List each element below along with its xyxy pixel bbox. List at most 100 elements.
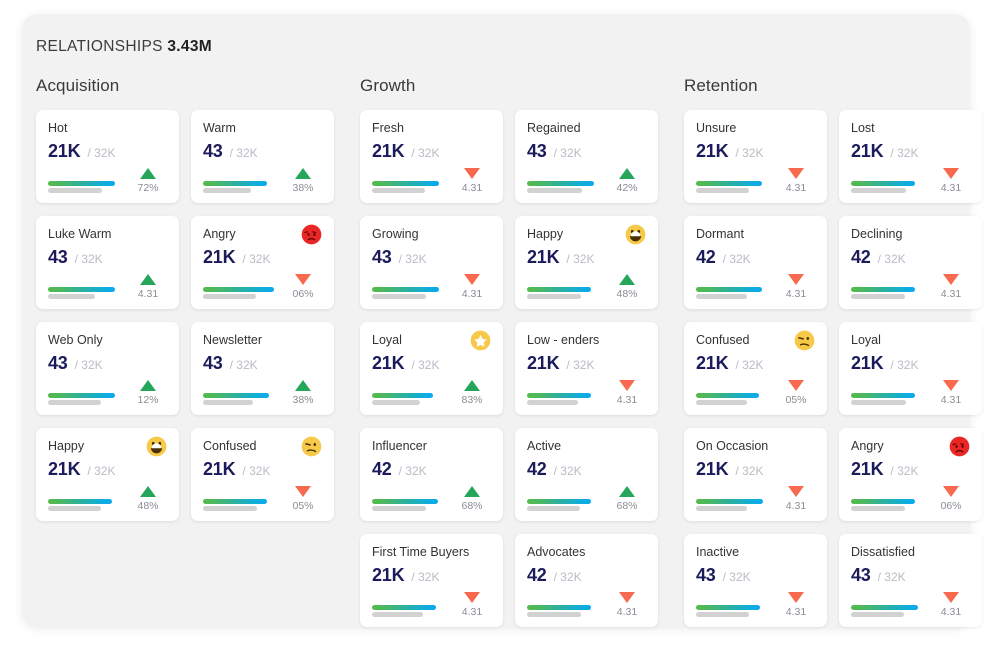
card-title: Angry: [851, 439, 884, 454]
metric-card[interactable]: Angry21K/ 32K06%: [839, 428, 982, 521]
card-value-row: 43/ 32K: [851, 565, 970, 586]
progress-bar-primary: [696, 393, 759, 398]
card-value: 43: [527, 141, 547, 162]
card-value: 43: [48, 247, 68, 268]
metric-card[interactable]: Inactive43/ 32K4.31: [684, 534, 827, 627]
progress-bar-secondary: [48, 506, 101, 511]
card-header: Advocates: [527, 545, 646, 562]
card-total: / 32K: [399, 464, 427, 478]
card-footer: 12%: [48, 380, 167, 406]
trend-value: 42%: [616, 183, 637, 194]
trend-value: 4.31: [138, 289, 158, 300]
metric-card[interactable]: Declining42/ 32K4.31: [839, 216, 982, 309]
card-header: Declining: [851, 227, 970, 244]
metric-card[interactable]: Happy21K/ 32K48%: [515, 216, 658, 309]
metric-card[interactable]: Lost21K/ 32K4.31: [839, 110, 982, 203]
card-value: 21K: [696, 459, 728, 480]
card-value-row: 21K/ 32K: [696, 141, 815, 162]
trend-indicator: 68%: [608, 486, 646, 512]
metric-card[interactable]: Hot21K/ 32K72%: [36, 110, 179, 203]
card-title: Happy: [527, 227, 563, 242]
metric-card[interactable]: Loyal21K/ 32K83%: [360, 322, 503, 415]
metric-card[interactable]: Dormant42/ 32K4.31: [684, 216, 827, 309]
card-value-row: 43/ 32K: [527, 141, 646, 162]
trend-down-icon: [788, 486, 804, 497]
trend-down-icon: [788, 380, 804, 391]
metric-card[interactable]: Advocates42/ 32K4.31: [515, 534, 658, 627]
card-value-row: 42/ 32K: [527, 565, 646, 586]
progress-bar-secondary: [851, 612, 904, 617]
metric-card[interactable]: Warm43/ 32K38%: [191, 110, 334, 203]
card-header: Confused: [696, 333, 815, 350]
metric-card[interactable]: On Occasion21K/ 32K4.31: [684, 428, 827, 521]
card-total: / 32K: [878, 252, 906, 266]
trend-down-icon: [464, 168, 480, 179]
card-title: Hot: [48, 121, 67, 136]
card-header: Confused: [203, 439, 322, 456]
trend-value: 05%: [785, 395, 806, 406]
metric-card[interactable]: Dissatisfied43/ 32K4.31: [839, 534, 982, 627]
trend-indicator: 68%: [453, 486, 491, 512]
trend-value: 4.31: [462, 183, 482, 194]
card-value: 21K: [527, 247, 559, 268]
progress-bar-secondary: [527, 400, 578, 405]
card-total: / 32K: [411, 358, 439, 372]
progress-bar-primary: [372, 287, 439, 292]
angry-face-icon: [301, 224, 322, 245]
card-footer: 06%: [203, 274, 322, 300]
metric-card[interactable]: Loyal21K/ 32K4.31: [839, 322, 982, 415]
card-footer: 4.31: [851, 380, 970, 406]
card-footer: 42%: [527, 168, 646, 194]
trend-down-icon: [943, 274, 959, 285]
metric-card[interactable]: Newsletter43/ 32K38%: [191, 322, 334, 415]
trend-value: 4.31: [462, 289, 482, 300]
progress-bar-secondary: [696, 506, 747, 511]
metric-card[interactable]: First Time Buyers21K/ 32K4.31: [360, 534, 503, 627]
card-value-row: 42/ 32K: [851, 247, 970, 268]
card-footer: 4.31: [696, 274, 815, 300]
progress-bar-primary: [696, 605, 760, 610]
metric-card[interactable]: Luke Warm43/ 32K4.31: [36, 216, 179, 309]
metric-card[interactable]: Low - enders21K/ 32K4.31: [515, 322, 658, 415]
card-total: / 32K: [735, 146, 763, 160]
progress-bars: [527, 605, 608, 618]
progress-bars: [203, 287, 284, 300]
trend-indicator: 4.31: [777, 168, 815, 194]
metric-card[interactable]: Web Only43/ 32K12%: [36, 322, 179, 415]
metric-card[interactable]: Regained43/ 32K42%: [515, 110, 658, 203]
card-footer: 83%: [372, 380, 491, 406]
card-total: / 32K: [566, 358, 594, 372]
progress-bars: [696, 287, 777, 300]
progress-bars: [48, 499, 129, 512]
card-footer: 4.31: [372, 168, 491, 194]
card-value-row: 21K/ 32K: [527, 353, 646, 374]
metric-card[interactable]: Confused21K/ 32K05%: [191, 428, 334, 521]
card-total: / 32K: [554, 570, 582, 584]
card-title: Luke Warm: [48, 227, 111, 242]
trend-value: 06%: [940, 501, 961, 512]
card-footer: 05%: [203, 486, 322, 512]
card-total: / 32K: [723, 252, 751, 266]
card-header: First Time Buyers: [372, 545, 491, 562]
card-footer: 38%: [203, 168, 322, 194]
card-header: Inactive: [696, 545, 815, 562]
card-value: 21K: [48, 141, 80, 162]
progress-bars: [527, 287, 608, 300]
metric-card[interactable]: Happy21K/ 32K48%: [36, 428, 179, 521]
confused-face-icon: [301, 436, 322, 457]
metric-card[interactable]: Active42/ 32K68%: [515, 428, 658, 521]
progress-bars: [372, 393, 453, 406]
trend-indicator: 4.31: [777, 274, 815, 300]
trend-value: 4.31: [941, 395, 961, 406]
metric-card[interactable]: Angry21K/ 32K06%: [191, 216, 334, 309]
metric-card[interactable]: Influencer42/ 32K68%: [360, 428, 503, 521]
card-value: 43: [372, 247, 392, 268]
metric-card[interactable]: Growing43/ 32K4.31: [360, 216, 503, 309]
progress-bars: [203, 393, 284, 406]
metric-card[interactable]: Unsure21K/ 32K4.31: [684, 110, 827, 203]
progress-bar-primary: [372, 499, 438, 504]
page-title: RELATIONSHIPS 3.43M: [36, 38, 212, 56]
progress-bars: [696, 181, 777, 194]
metric-card[interactable]: Confused21K/ 32K05%: [684, 322, 827, 415]
metric-card[interactable]: Fresh21K/ 32K4.31: [360, 110, 503, 203]
